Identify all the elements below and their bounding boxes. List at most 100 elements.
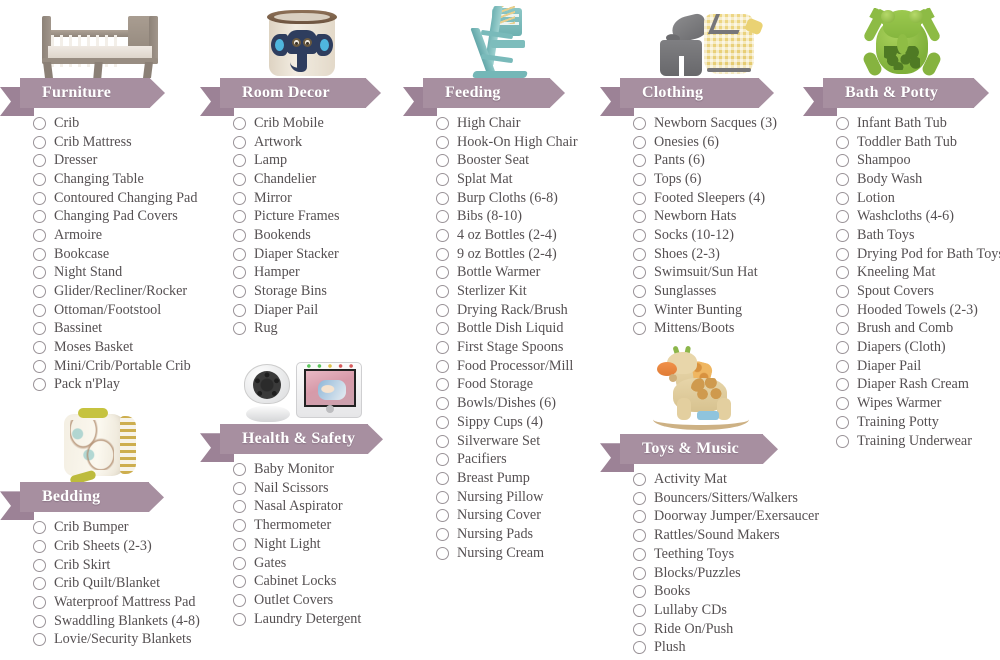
checkbox-circle-icon[interactable] — [233, 135, 246, 149]
list-item[interactable]: Bassinet — [33, 320, 200, 339]
list-item[interactable]: Hook-On High Chair — [436, 133, 600, 152]
list-item[interactable]: First Stage Spoons — [436, 338, 600, 357]
checkbox-circle-icon[interactable] — [836, 247, 849, 261]
checkbox-circle-icon[interactable] — [233, 172, 246, 186]
checkbox-circle-icon[interactable] — [633, 303, 646, 317]
checkbox-circle-icon[interactable] — [836, 322, 849, 336]
list-item[interactable]: Food Processor/Mill — [436, 357, 600, 376]
list-item[interactable]: Pacifiers — [436, 450, 600, 469]
list-item[interactable]: Ride On/Push — [633, 620, 803, 639]
checkbox-circle-icon[interactable] — [33, 116, 46, 130]
checkbox-circle-icon[interactable] — [836, 172, 849, 186]
checkbox-circle-icon[interactable] — [33, 378, 46, 392]
checkbox-circle-icon[interactable] — [836, 191, 849, 205]
checkbox-circle-icon[interactable] — [33, 322, 46, 336]
checkbox-circle-icon[interactable] — [233, 285, 246, 299]
list-item[interactable]: High Chair — [436, 114, 600, 133]
list-item[interactable]: Training Underwear — [836, 432, 1000, 451]
checkbox-circle-icon[interactable] — [436, 490, 449, 504]
checkbox-circle-icon[interactable] — [633, 210, 646, 224]
checkbox-circle-icon[interactable] — [633, 566, 646, 580]
checkbox-circle-icon[interactable] — [33, 595, 46, 609]
checkbox-circle-icon[interactable] — [436, 434, 449, 448]
checkbox-circle-icon[interactable] — [233, 612, 246, 626]
list-item[interactable]: Crib Quilt/Blanket — [33, 574, 200, 593]
checkbox-circle-icon[interactable] — [836, 341, 849, 355]
checkbox-circle-icon[interactable] — [436, 285, 449, 299]
checkbox-circle-icon[interactable] — [436, 303, 449, 317]
checkbox-circle-icon[interactable] — [33, 633, 46, 647]
checkbox-circle-icon[interactable] — [233, 537, 246, 551]
list-item[interactable]: Shoes (2-3) — [633, 245, 803, 264]
list-item[interactable]: Crib Bumper — [33, 518, 200, 537]
list-item[interactable]: Bowls/Dishes (6) — [436, 394, 600, 413]
list-item[interactable]: Mini/Crib/Portable Crib — [33, 357, 200, 376]
list-item[interactable]: Newborn Hats — [633, 207, 803, 226]
list-item[interactable]: Night Light — [233, 535, 403, 554]
list-item[interactable]: Night Stand — [33, 264, 200, 283]
list-item[interactable]: Bookends — [233, 226, 403, 245]
list-item[interactable]: Books — [633, 582, 803, 601]
checkbox-circle-icon[interactable] — [836, 154, 849, 168]
list-item[interactable]: Nasal Aspirator — [233, 498, 403, 517]
list-item[interactable]: 9 oz Bottles (2-4) — [436, 245, 600, 264]
checkbox-circle-icon[interactable] — [436, 471, 449, 485]
list-item[interactable]: Baby Monitor — [233, 460, 403, 479]
list-item[interactable]: Burp Cloths (6-8) — [436, 189, 600, 208]
checkbox-circle-icon[interactable] — [33, 341, 46, 355]
checkbox-circle-icon[interactable] — [436, 546, 449, 560]
checkbox-circle-icon[interactable] — [836, 285, 849, 299]
list-item[interactable]: Chandelier — [233, 170, 403, 189]
list-item[interactable]: Diaper Rash Cream — [836, 376, 1000, 395]
list-item[interactable]: Drying Pod for Bath Toys — [836, 245, 1000, 264]
list-item[interactable]: Cabinet Locks — [233, 572, 403, 591]
list-item[interactable]: Contoured Changing Pad — [33, 189, 200, 208]
list-item[interactable]: Food Storage — [436, 376, 600, 395]
list-item[interactable]: Changing Table — [33, 170, 200, 189]
checkbox-circle-icon[interactable] — [33, 266, 46, 280]
list-item[interactable]: Dresser — [33, 151, 200, 170]
checkbox-circle-icon[interactable] — [633, 247, 646, 261]
list-item[interactable]: Pants (6) — [633, 151, 803, 170]
checkbox-circle-icon[interactable] — [633, 641, 646, 655]
checkbox-circle-icon[interactable] — [33, 154, 46, 168]
list-item[interactable]: Toddler Bath Tub — [836, 133, 1000, 152]
checkbox-circle-icon[interactable] — [33, 614, 46, 628]
checkbox-circle-icon[interactable] — [633, 266, 646, 280]
checkbox-circle-icon[interactable] — [836, 415, 849, 429]
list-item[interactable]: Armoire — [33, 226, 200, 245]
checkbox-circle-icon[interactable] — [33, 228, 46, 242]
checkbox-circle-icon[interactable] — [33, 247, 46, 261]
checkbox-circle-icon[interactable] — [436, 509, 449, 523]
checkbox-circle-icon[interactable] — [233, 154, 246, 168]
list-item[interactable]: Breast Pump — [436, 469, 600, 488]
list-item[interactable]: Crib — [33, 114, 200, 133]
checkbox-circle-icon[interactable] — [836, 210, 849, 224]
list-item[interactable]: Changing Pad Covers — [33, 207, 200, 226]
checkbox-circle-icon[interactable] — [633, 547, 646, 561]
checkbox-circle-icon[interactable] — [233, 556, 246, 570]
checkbox-circle-icon[interactable] — [633, 603, 646, 617]
checkbox-circle-icon[interactable] — [436, 210, 449, 224]
list-item[interactable]: Crib Skirt — [33, 556, 200, 575]
checkbox-circle-icon[interactable] — [33, 577, 46, 591]
list-item[interactable]: Footed Sleepers (4) — [633, 189, 803, 208]
list-item[interactable]: Rattles/Sound Makers — [633, 526, 803, 545]
list-item[interactable]: Drying Rack/Brush — [436, 301, 600, 320]
list-item[interactable]: Lamp — [233, 151, 403, 170]
list-item[interactable]: Nursing Pillow — [436, 488, 600, 507]
list-item[interactable]: Lovie/Security Blankets — [33, 630, 200, 649]
checkbox-circle-icon[interactable] — [633, 622, 646, 636]
checkbox-circle-icon[interactable] — [633, 510, 646, 524]
list-item[interactable]: Picture Frames — [233, 207, 403, 226]
list-item[interactable]: Pack n'Play — [33, 376, 200, 395]
list-item[interactable]: Moses Basket — [33, 338, 200, 357]
checkbox-circle-icon[interactable] — [233, 266, 246, 280]
list-item[interactable]: Sterlizer Kit — [436, 282, 600, 301]
list-item[interactable]: Mittens/Boots — [633, 320, 803, 339]
checkbox-circle-icon[interactable] — [33, 359, 46, 373]
list-item[interactable]: Crib Mobile — [233, 114, 403, 133]
checkbox-circle-icon[interactable] — [436, 228, 449, 242]
checkbox-circle-icon[interactable] — [233, 575, 246, 589]
list-item[interactable]: Blocks/Puzzles — [633, 564, 803, 583]
